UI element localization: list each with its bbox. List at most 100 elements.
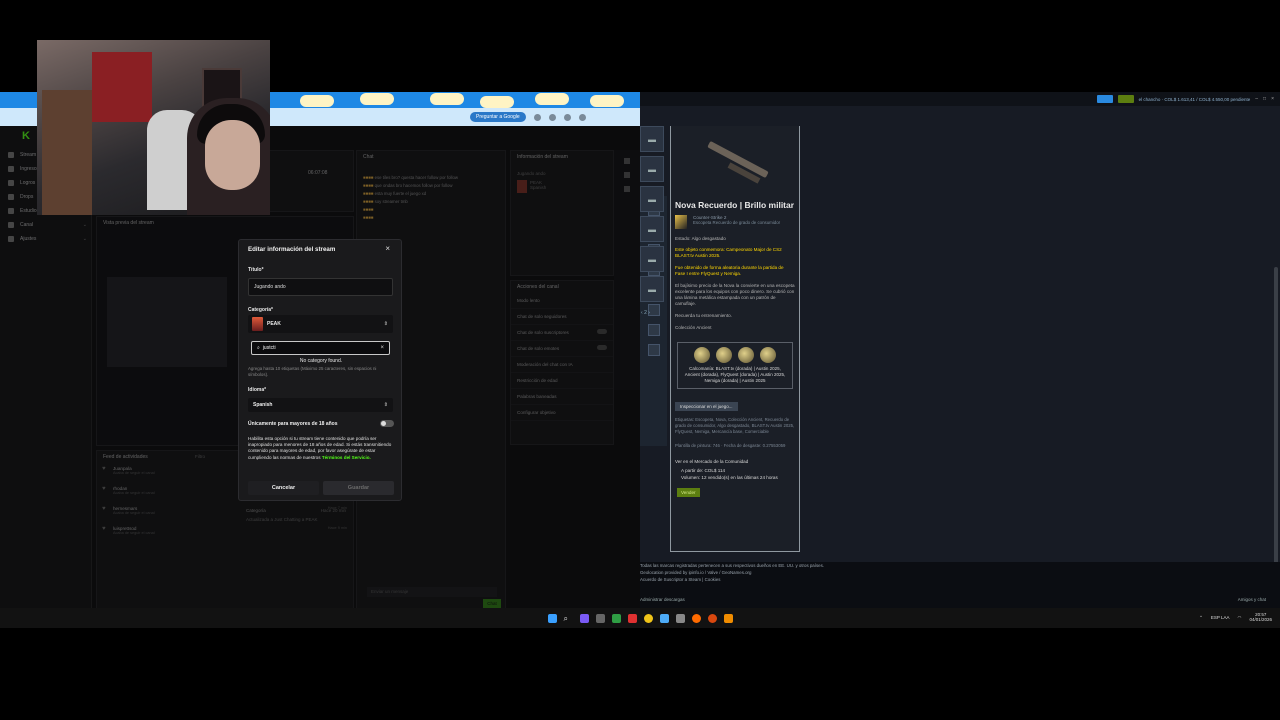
- app-icon[interactable]: [627, 613, 637, 623]
- footer-geo: Geolocation provided by ipinfo.io / Valv…: [640, 570, 752, 575]
- chat-title: Chat: [363, 154, 374, 160]
- inventory-item[interactable]: ▬: [640, 156, 664, 182]
- app-icon[interactable]: [707, 613, 717, 623]
- adult-toggle[interactable]: [380, 420, 394, 427]
- maximize-icon[interactable]: □: [1263, 96, 1266, 102]
- title-input[interactable]: Jugando ando: [248, 278, 393, 296]
- item-collection: Colección Ancient: [675, 325, 712, 330]
- system-tray: ⌃ ESP LAA ◠ 20:57 04/01/2026: [1199, 612, 1272, 622]
- desktop: Preguntar a Google K Stream Ingresos⌄ Lo…: [0, 0, 1280, 720]
- chat-message: ■■■■ soy streamer tmb: [363, 198, 408, 204]
- action-set-goal[interactable]: Configurar objetivo: [511, 405, 613, 421]
- steam-window: el chancho · COL$ 1.613,41 / COL$ 4.550,…: [640, 92, 1280, 608]
- nav-canal[interactable]: Canal ⌄: [0, 218, 91, 232]
- action-banned-words[interactable]: Palabras baneadas: [511, 389, 613, 405]
- action-ai-moderation[interactable]: Moderación del chat con IA: [511, 357, 613, 373]
- extensions-icon[interactable]: [548, 113, 556, 121]
- category-search-input[interactable]: ⌕ justcti ×: [251, 341, 390, 355]
- tools-icon[interactable]: [624, 186, 630, 192]
- language-indicator[interactable]: ESP LAA: [1211, 615, 1230, 620]
- footer-links[interactable]: Acuerdo de Suscriptor a Steam | Cookies: [640, 576, 1280, 583]
- modal-title: Editar información del stream: [248, 246, 336, 253]
- notifications-icon[interactable]: [1117, 95, 1134, 103]
- inventory-item[interactable]: ▬: [640, 126, 664, 152]
- channel-actions-panel: Acciones del canal Modo lento Chat de so…: [510, 280, 614, 445]
- stickers-caption: Calcomanía: BLAST.tv (dorada) | Austin 2…: [684, 366, 786, 383]
- chevron-up-icon[interactable]: ⌃: [1199, 615, 1203, 620]
- teams-icon[interactable]: [579, 613, 589, 623]
- kick-logo[interactable]: K: [22, 130, 30, 142]
- close-icon[interactable]: ×: [385, 244, 390, 253]
- app-icon[interactable]: [723, 613, 733, 623]
- chat-send-button[interactable]: Chat: [483, 599, 501, 608]
- category-thumbnail: [252, 317, 263, 331]
- inventory-item[interactable]: ▬: [640, 186, 664, 212]
- inspect-button[interactable]: Inspeccionar en el juego...: [675, 402, 738, 411]
- action-subscribers-only[interactable]: Chat de solo suscriptores: [511, 325, 613, 341]
- bookmark-icon[interactable]: [533, 113, 541, 121]
- chat-message: ■■■■: [363, 214, 374, 220]
- adult-description: Habilita esta opción si tu stream tiene …: [248, 436, 392, 460]
- stream-info-category: PEAK Spanish: [511, 178, 613, 195]
- minimize-icon[interactable]: –: [1255, 96, 1258, 102]
- item-image: [671, 126, 799, 198]
- channel-actions-title: Acciones del canal: [517, 284, 559, 290]
- language-select[interactable]: Spanish ⇕: [248, 398, 393, 412]
- inventory-item[interactable]: ▬: [640, 246, 664, 272]
- chrome-icon[interactable]: [643, 613, 653, 623]
- edit-stream-info-modal: Editar información del stream × Título* …: [238, 239, 402, 501]
- scrollbar[interactable]: [1274, 267, 1278, 587]
- item-description: El bajísimo precio de la Nova la convier…: [675, 283, 795, 306]
- save-button[interactable]: Guardar: [323, 481, 394, 495]
- action-emotes-only[interactable]: Chat de solo emotes: [511, 341, 613, 357]
- friends-chat[interactable]: Amigos y chat: [1238, 597, 1266, 602]
- category-label: Categoría*: [248, 307, 274, 313]
- firefox-icon[interactable]: [691, 613, 701, 623]
- title-label: Título*: [248, 267, 264, 273]
- terms-link[interactable]: Términos del Servicio.: [322, 455, 371, 460]
- footer-legal: Todas las marcas registradas pertenecen …: [640, 563, 825, 568]
- profile-icon[interactable]: [578, 113, 586, 121]
- steam-icon[interactable]: [659, 613, 669, 623]
- edit-icon[interactable]: [624, 172, 630, 178]
- chevron-updown-icon: ⇕: [383, 402, 388, 408]
- sell-button[interactable]: Vender: [677, 488, 700, 497]
- dashboard-right-toolbar: [614, 150, 640, 390]
- nav-ajustes[interactable]: Ajustes ⌄: [0, 232, 91, 246]
- broadcast-icon[interactable]: [1096, 95, 1113, 103]
- action-age-restriction[interactable]: Restricción de edad: [511, 373, 613, 389]
- inventory-item[interactable]: ▬: [640, 216, 664, 242]
- chevron-updown-icon: ⇕: [383, 321, 388, 327]
- category-select[interactable]: PEAK ⇕: [248, 315, 393, 333]
- category-update-item: Categoría Actualizada a Just Chatting a …: [240, 506, 352, 536]
- action-slow-mode[interactable]: Modo lento: [511, 293, 613, 309]
- item-commemorates: Este objeto conmemora: Campeonato Major …: [675, 247, 782, 258]
- search-icon[interactable]: ⌕: [564, 614, 573, 623]
- windows-start-icon[interactable]: [547, 613, 557, 623]
- activity-filter[interactable]: Filtro: [189, 452, 211, 461]
- inventory-item[interactable]: ▬: [640, 276, 664, 302]
- market-price: A partir de: COL$ 114: [681, 468, 726, 473]
- close-icon[interactable]: ×: [1271, 96, 1274, 102]
- wifi-icon[interactable]: ◠: [1238, 615, 1242, 620]
- inventory-slot-icon[interactable]: [647, 324, 660, 336]
- cancel-button[interactable]: Cancelar: [248, 481, 319, 495]
- action-followers-only[interactable]: Chat de solo seguidores: [511, 309, 613, 325]
- account-wallet[interactable]: el chancho · COL$ 1.613,41 / COL$ 4.550,…: [1139, 97, 1251, 102]
- app-icon[interactable]: [675, 613, 685, 623]
- clear-icon[interactable]: ×: [380, 345, 384, 351]
- language-label: Idioma*: [248, 387, 267, 393]
- chat-input[interactable]: Enviar un mensaje: [367, 587, 497, 597]
- ask-google-button[interactable]: Preguntar a Google: [470, 112, 526, 122]
- stream-preview-video[interactable]: [107, 277, 227, 367]
- inventory-slot-icon[interactable]: [647, 344, 660, 356]
- downloads-icon[interactable]: [563, 113, 571, 121]
- settings-icon[interactable]: [624, 158, 630, 164]
- webcam-overlay: [37, 40, 270, 215]
- clock-date[interactable]: 04/01/2026: [1249, 617, 1272, 622]
- market-volume: Volumen: 12 vendido(s) en las últimas 24…: [681, 474, 778, 480]
- task-view-icon[interactable]: [595, 613, 605, 623]
- excel-icon[interactable]: [611, 613, 621, 623]
- manage-downloads[interactable]: Administrar descargas: [640, 597, 685, 602]
- inventory-pager[interactable]: ‹ 2 ›: [641, 310, 650, 316]
